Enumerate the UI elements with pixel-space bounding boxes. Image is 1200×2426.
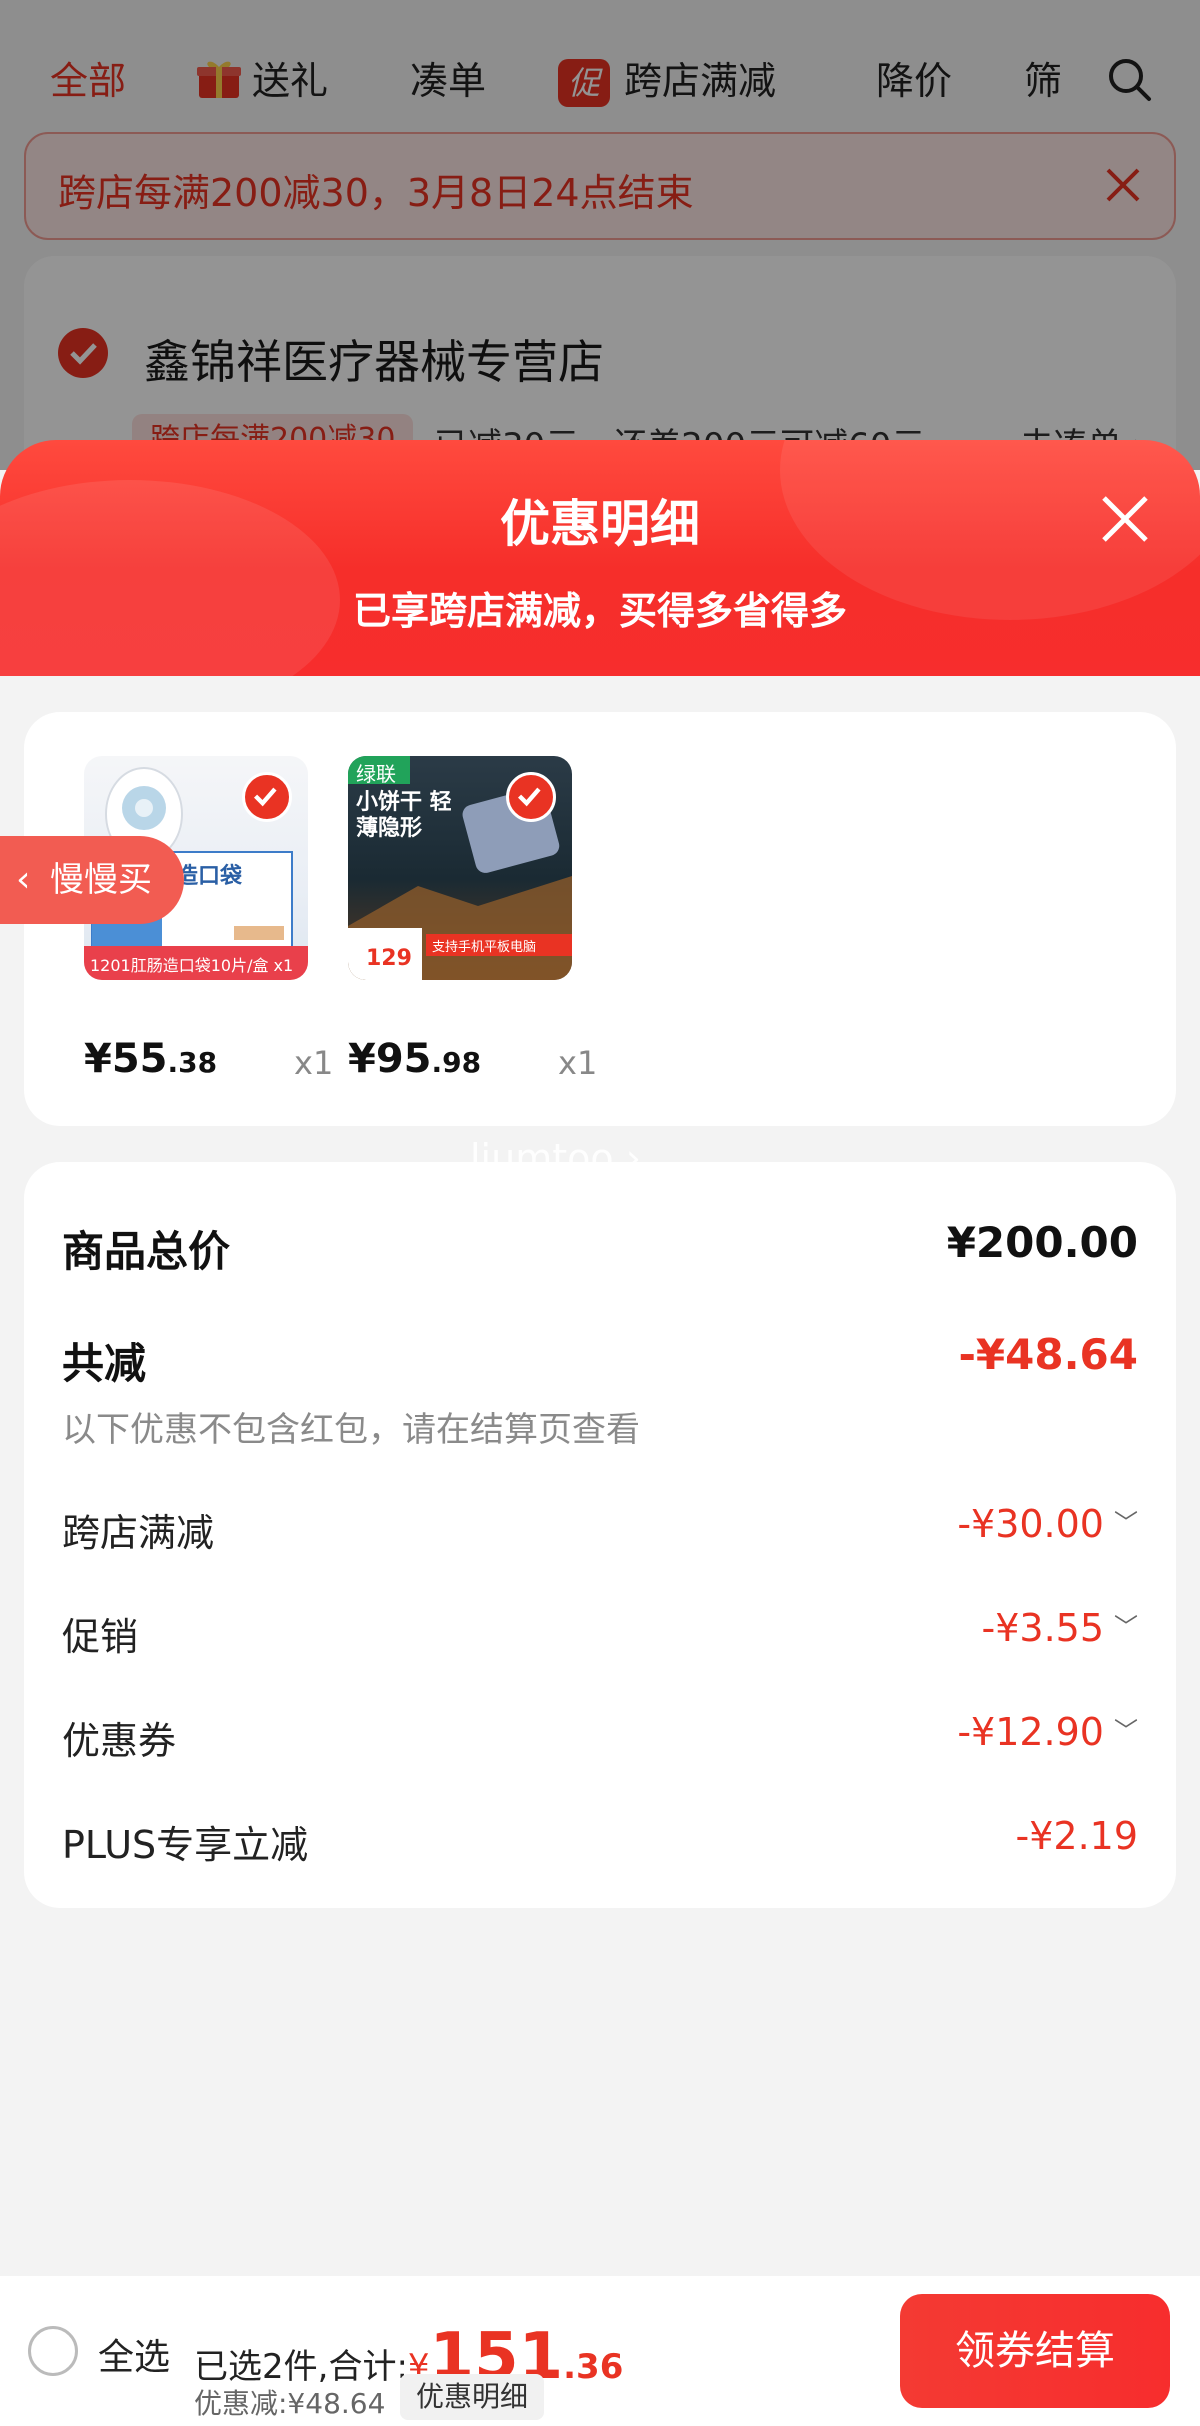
sheet-subtitle: 已享跨店满减，买得多省得多 [352, 589, 847, 633]
discount-item-label: 优惠券 [62, 1719, 177, 1763]
product-brand: 绿联 [356, 762, 396, 786]
products-card: 造口袋 1201肛肠造口袋10片/盒 x1 ¥55.38 x1 绿联 小饼干 轻… [24, 712, 1176, 1126]
select-all-label[interactable]: 全选 [98, 2328, 170, 2380]
cart-background: 全部 送礼 凑单 促跨店满减 降价 筛 跨店每满200减30，3月8日24点结束 [0, 0, 1200, 516]
chevron-down-icon: ﹀ [1114, 1509, 1138, 1537]
discount-item-label: PLUS专享立减 [62, 1823, 309, 1867]
discount-item-row[interactable]: 跨店满减 -¥30.00 ﹀ [62, 1502, 1138, 1558]
slow-buy-button[interactable]: ‹ 慢慢买 [0, 836, 184, 924]
check-icon [254, 787, 277, 807]
product-quantity: x1 [294, 1044, 334, 1082]
chevron-down-icon: ﹀ [1114, 1613, 1138, 1641]
sheet-header: 优惠明细 已享跨店满减，买得多省得多 [0, 440, 1200, 676]
discount-item-value: -¥30.00 [957, 1502, 1104, 1546]
modal-overlay[interactable] [0, 0, 1200, 470]
select-all-checkbox[interactable] [28, 2326, 78, 2376]
discount-note: 以下优惠不包含红包，请在结算页查看 [62, 1410, 640, 1450]
sheet-title: 优惠明细 [500, 495, 700, 553]
price-decimal: .98 [431, 1046, 482, 1079]
checkout-button[interactable]: 领券结算 [900, 2294, 1170, 2408]
discount-item-row[interactable]: 优惠券 -¥12.90 ﹀ [62, 1710, 1138, 1766]
total-price-value: ¥200.00 [946, 1218, 1138, 1267]
slow-buy-label: 慢慢买 [50, 860, 152, 900]
discount-item-value: -¥3.55 [981, 1606, 1105, 1650]
total-discount-label: 共减 [62, 1339, 147, 1388]
product-price: ¥95.98 [348, 1036, 481, 1082]
discount-item-label: 促销 [62, 1615, 139, 1659]
discount-item-row[interactable]: 促销 -¥3.55 ﹀ [62, 1606, 1138, 1662]
discount-item-value: -¥12.90 [957, 1710, 1104, 1754]
discount-note-row: 以下优惠不包含红包，请在结算页查看 [62, 1402, 1138, 1452]
total-discount-value: -¥48.64 [958, 1330, 1138, 1379]
product-image: 绿联 小饼干 轻薄隐形 129 支持手机平板电脑 [348, 756, 572, 980]
product-checkbox[interactable] [506, 772, 556, 822]
selected-count-text: 已选2件,合计: [194, 2347, 408, 2387]
discount-item-row: PLUS专享立减 -¥2.19 [62, 1814, 1138, 1870]
product-caption: 支持手机平板电脑 [432, 940, 537, 955]
close-icon[interactable] [1098, 492, 1152, 546]
product-price: ¥55.38 [84, 1036, 217, 1082]
product-price-tag: 129 [366, 946, 412, 971]
total-discount-row: 共减 -¥48.64 [62, 1330, 1138, 1390]
product-checkbox[interactable] [242, 772, 292, 822]
checkout-bar: 全选 已选2件,合计:¥151.36 优惠减:¥48.64 优惠明细 领券结算 [0, 2276, 1200, 2426]
discount-item-value: -¥2.19 [1015, 1814, 1139, 1858]
discount-item-label: 跨店满减 [62, 1511, 215, 1555]
price-decimal: .38 [167, 1046, 218, 1079]
price-summary-card: 商品总价 ¥200.00 共减 -¥48.64 以下优惠不包含红包，请在结算页查… [24, 1162, 1176, 1908]
chevron-left-icon: ‹ [16, 859, 31, 900]
total-price-label: 商品总价 [62, 1227, 231, 1276]
chevron-down-icon: ﹀ [1114, 1717, 1138, 1745]
total-decimal: .36 [563, 2347, 624, 2387]
discount-detail-button[interactable]: 优惠明细 [400, 2374, 545, 2420]
total-price-row: 商品总价 ¥200.00 [62, 1218, 1138, 1278]
product-brand: 造口袋 [176, 864, 243, 889]
check-icon [518, 787, 541, 807]
product-caption: 1201肛肠造口袋10片/盒 x1 [90, 956, 294, 975]
product-headline: 小饼干 轻薄隐形 [356, 790, 452, 841]
product-quantity: x1 [558, 1044, 598, 1082]
price-integer: ¥55 [84, 1036, 168, 1082]
discount-summary: 优惠减:¥48.64 [194, 2387, 386, 2420]
price-integer: ¥95 [348, 1036, 432, 1082]
